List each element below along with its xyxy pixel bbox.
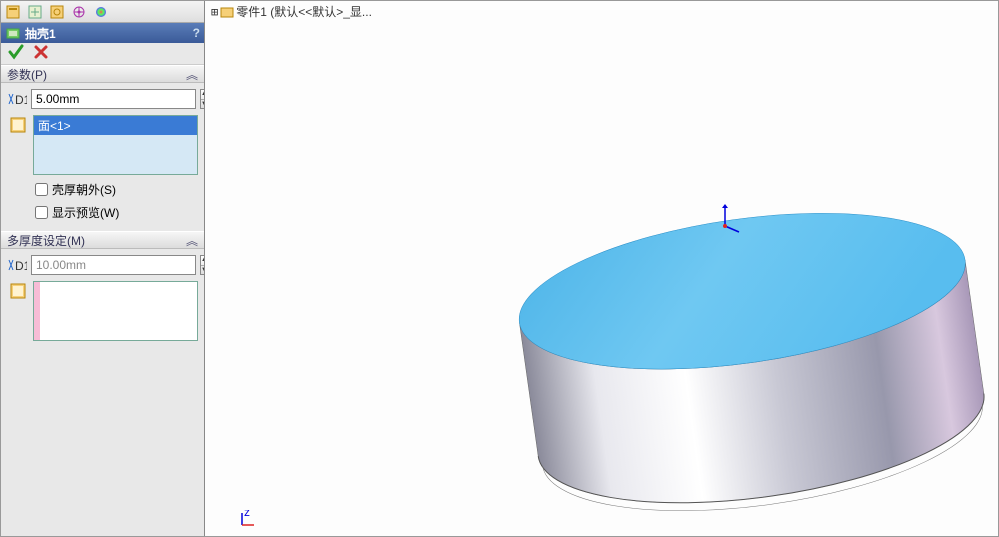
- confirm-row: [1, 43, 204, 65]
- faces-to-remove-row: 面<1>: [7, 115, 198, 175]
- multi-thickness-spinner[interactable]: ▲ ▼: [200, 255, 204, 275]
- checkbox-label: 显示预览(W): [52, 204, 119, 221]
- face-select-icon: [7, 281, 29, 301]
- group-body-params: D1 ▲ ▼ 面<1> 壳厚朝外(S): [1, 83, 204, 231]
- list-item[interactable]: 面<1>: [34, 116, 197, 135]
- multi-faces-listbox[interactable]: [33, 281, 198, 341]
- group-header-params[interactable]: 参数(P) ︽: [1, 65, 204, 83]
- feature-title-bar: 抽壳1 ?: [1, 23, 204, 43]
- tab-dimxpert-icon[interactable]: [69, 3, 89, 21]
- tab-property-manager-icon[interactable]: [25, 3, 45, 21]
- model-view[interactable]: [205, 1, 998, 536]
- spin-down-icon[interactable]: ▼: [201, 100, 204, 109]
- faces-listbox[interactable]: 面<1>: [33, 115, 198, 175]
- dimension-d1-icon: D1: [7, 255, 27, 275]
- multi-thickness-row: D1 ▲ ▼: [7, 255, 198, 275]
- multi-thickness-input[interactable]: [31, 255, 196, 275]
- shell-outward-checkbox[interactable]: [35, 183, 48, 196]
- thickness-row: D1 ▲ ▼: [7, 89, 198, 109]
- cancel-button[interactable]: [33, 44, 49, 63]
- multi-faces-row: [7, 281, 198, 341]
- tab-appearance-icon[interactable]: [91, 3, 111, 21]
- ok-button[interactable]: [7, 43, 25, 64]
- view-orientation-triad-icon: z: [239, 510, 257, 528]
- graphics-area[interactable]: ⊞ 零件1 (默认<<默认>_显...: [205, 1, 998, 536]
- show-preview-checkbox-row[interactable]: 显示预览(W): [7, 204, 198, 221]
- shell-outward-checkbox-row[interactable]: 壳厚朝外(S): [7, 181, 198, 198]
- checkbox-label: 壳厚朝外(S): [52, 181, 116, 198]
- feature-title: 抽壳1: [25, 25, 56, 42]
- group-header-multi[interactable]: 多厚度设定(M) ︽: [1, 231, 204, 249]
- thickness-spinner[interactable]: ▲ ▼: [200, 89, 204, 109]
- face-select-icon: [7, 115, 29, 135]
- group-body-multi: D1 ▲ ▼: [1, 249, 204, 351]
- svg-text:z: z: [244, 510, 250, 519]
- dimension-d1-icon: D1: [7, 89, 27, 109]
- chevron-up-icon: ︽: [186, 66, 198, 83]
- property-scroll-area: 参数(P) ︽ D1 ▲ ▼ 面<1>: [1, 65, 204, 536]
- help-button[interactable]: ?: [193, 26, 200, 40]
- chevron-up-icon: ︽: [186, 232, 198, 249]
- group-label: 参数(P): [7, 66, 47, 83]
- svg-text:D1: D1: [15, 259, 27, 273]
- svg-text:D1: D1: [15, 93, 27, 107]
- show-preview-checkbox[interactable]: [35, 206, 48, 219]
- thickness-input[interactable]: [31, 89, 196, 109]
- shell-feature-icon: [5, 25, 21, 41]
- spin-up-icon[interactable]: ▲: [201, 256, 204, 266]
- property-manager-panel: 抽壳1 ? 参数(P) ︽ D1 ▲ ▼: [1, 1, 205, 536]
- tab-feature-tree-icon[interactable]: [3, 3, 23, 21]
- tab-configuration-icon[interactable]: [47, 3, 67, 21]
- panel-tab-toolbar: [1, 1, 204, 23]
- spin-up-icon[interactable]: ▲: [201, 90, 204, 100]
- group-label: 多厚度设定(M): [7, 232, 85, 249]
- spin-down-icon[interactable]: ▼: [201, 266, 204, 275]
